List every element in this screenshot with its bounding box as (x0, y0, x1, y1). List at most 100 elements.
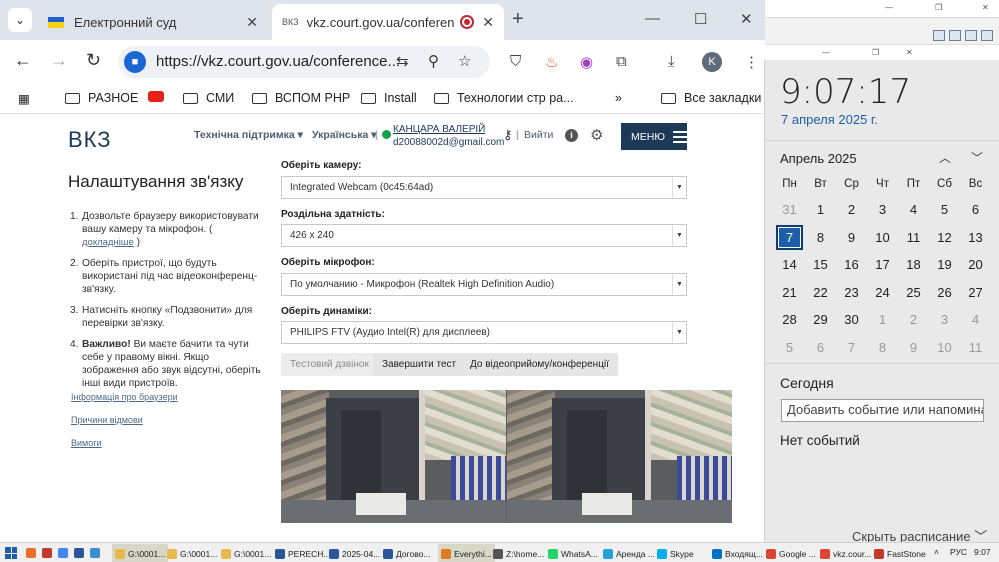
calendar-day[interactable]: 16 (836, 251, 867, 278)
toolbar-icon[interactable] (949, 30, 961, 41)
more-menu-icon[interactable]: ⋮ (744, 53, 759, 71)
calendar-day[interactable]: 20 (960, 251, 991, 278)
profile-avatar[interactable]: K (702, 52, 722, 72)
restore-icon[interactable]: ❐ (935, 3, 942, 12)
calendar-day[interactable]: 17 (867, 251, 898, 278)
language-menu[interactable]: Українська ▾ (312, 129, 377, 141)
support-menu[interactable]: Технічна підтримка ▾ (194, 129, 303, 141)
menu-button[interactable]: МЕНЮ (621, 123, 687, 150)
calendar-day[interactable]: 6 (805, 334, 836, 361)
calendar-day[interactable]: 5 (774, 334, 805, 361)
camera-in-use-icon[interactable]: ■ (124, 51, 146, 73)
calendar-day[interactable]: 30 (836, 306, 867, 333)
quick-launch-icon[interactable] (58, 548, 68, 558)
toolbar-icon[interactable] (981, 30, 993, 41)
taskbar-item[interactable]: G:\0001... (112, 544, 169, 562)
calendar-day[interactable]: 9 (836, 224, 867, 251)
calendar-day[interactable]: 6 (960, 196, 991, 223)
speakers-select[interactable]: PHILIPS FTV (Аудио Intel(R) для дисплеев… (281, 321, 687, 344)
more-bookmarks-icon[interactable]: » (615, 91, 622, 105)
toolbar-icon[interactable] (965, 30, 977, 41)
toolbar-icon[interactable] (933, 30, 945, 41)
test-call-button[interactable]: Тестовий дзвінок (281, 353, 378, 376)
calendar-day[interactable]: 21 (774, 279, 805, 306)
close-icon[interactable]: ✕ (906, 48, 913, 57)
requirements-link[interactable]: Вимоги (71, 438, 102, 448)
date-link[interactable]: 7 апреля 2025 г. (781, 112, 878, 127)
key-icon[interactable]: ⚷ (503, 127, 513, 143)
taskbar-item[interactable]: Skype (657, 546, 694, 562)
taskbar-item[interactable]: FastStone (874, 546, 926, 562)
minimize-icon[interactable]: — (645, 10, 660, 27)
back-icon[interactable]: ← (14, 50, 32, 71)
calendar-day-today[interactable]: 7 (774, 224, 805, 251)
apps-grid-icon[interactable]: ▦ (18, 91, 30, 106)
month-title[interactable]: Апрель 2025 (780, 151, 857, 166)
taskbar-item[interactable]: 2025-04... (329, 546, 380, 562)
bookmark-star-icon[interactable]: ☆ (458, 52, 471, 70)
taskbar-item[interactable]: Догово... (383, 546, 430, 562)
calendar-day[interactable]: 29 (805, 306, 836, 333)
details-link[interactable]: докладніше (82, 237, 134, 248)
calendar-day[interactable]: 31 (774, 196, 805, 223)
browser-info-link[interactable]: Інформація про браузери (71, 392, 178, 402)
close-window-icon[interactable]: ✕ (740, 10, 753, 28)
user-name[interactable]: КАНЦАРА ВАЛЕРІЙ (393, 124, 485, 135)
tab-search-button[interactable]: ⌄ (8, 8, 32, 32)
calendar-day[interactable]: 4 (960, 306, 991, 333)
calendar-day[interactable]: 1 (805, 196, 836, 223)
address-bar[interactable]: ■ https://vkz.court.gov.ua/conference...… (118, 46, 490, 78)
camera-select[interactable]: Integrated Webcam (0c45:64ad) ▼ (281, 176, 687, 199)
calendar-day[interactable]: 3 (867, 196, 898, 223)
extensions-icon[interactable]: ⧉ (616, 53, 627, 70)
maximize-icon[interactable]: ☐ (694, 10, 707, 28)
restore-icon[interactable]: ❐ (872, 48, 879, 57)
calendar-day[interactable]: 9 (898, 334, 929, 361)
download-icon[interactable]: ⤓ (668, 53, 675, 70)
calendar-day[interactable]: 27 (960, 279, 991, 306)
bookmark-folder[interactable]: ВСПОМ PHP (252, 91, 350, 105)
calendar-day[interactable]: 18 (898, 251, 929, 278)
microphone-select[interactable]: По умолчанию - Микрофон (Realtek High De… (281, 273, 687, 296)
logout-link[interactable]: Вийти (524, 129, 553, 141)
bookmark-folder[interactable]: РАЗНОЕ (65, 91, 138, 105)
calendar-day[interactable]: 8 (805, 224, 836, 251)
taskbar-item[interactable]: G:\0001... (221, 546, 271, 562)
next-month-icon[interactable]: ﹀ (971, 149, 983, 166)
resolution-select[interactable]: 426 x 240 ▼ (281, 224, 687, 247)
calendar-day[interactable]: 11 (898, 224, 929, 251)
calendar-day[interactable]: 2 (898, 306, 929, 333)
refusal-reasons-link[interactable]: Причини відмови (71, 415, 143, 425)
taskbar-clock[interactable]: 9:07 (974, 547, 991, 557)
calendar-day[interactable]: 11 (960, 334, 991, 361)
bookmark-folder[interactable]: Технологии стр ра... (434, 91, 574, 105)
flame-extension-icon[interactable]: ♨ (545, 53, 558, 71)
zoom-icon[interactable]: ⚲ (428, 52, 439, 70)
calendar-day[interactable]: 12 (929, 224, 960, 251)
new-tab-button[interactable]: + (512, 8, 524, 31)
all-bookmarks-folder[interactable]: Все закладки (661, 91, 761, 105)
taskbar-item[interactable]: Z:\home... (493, 546, 544, 562)
add-event-input[interactable]: Добавить событие или напоминание (781, 399, 984, 422)
tab-e-court[interactable]: Електронний суд ✕ (38, 4, 268, 40)
calendar-day[interactable]: 8 (867, 334, 898, 361)
taskbar-item[interactable]: Входящ... (712, 546, 763, 562)
color-extension-icon[interactable]: ◉ (580, 53, 593, 71)
calendar-day[interactable]: 10 (867, 224, 898, 251)
quick-launch-icon[interactable] (26, 548, 36, 558)
calendar-day[interactable]: 19 (929, 251, 960, 278)
finish-test-button[interactable]: Завершити тест (373, 353, 466, 376)
youtube-bookmark[interactable] (148, 91, 172, 102)
quick-launch-icon[interactable] (74, 548, 84, 558)
quick-launch-icon[interactable] (42, 548, 52, 558)
windows-start-icon[interactable] (5, 547, 17, 559)
calendar-day[interactable]: 13 (960, 224, 991, 251)
calendar-day[interactable]: 7 (836, 334, 867, 361)
gear-icon[interactable]: ⚙ (590, 126, 603, 144)
calendar-day[interactable]: 22 (805, 279, 836, 306)
bookmark-folder[interactable]: Install (361, 91, 417, 105)
taskbar-item[interactable]: PERECH... (275, 546, 331, 562)
calendar-day[interactable]: 25 (898, 279, 929, 306)
calendar-day[interactable]: 24 (867, 279, 898, 306)
close-icon[interactable]: ✕ (982, 3, 989, 12)
